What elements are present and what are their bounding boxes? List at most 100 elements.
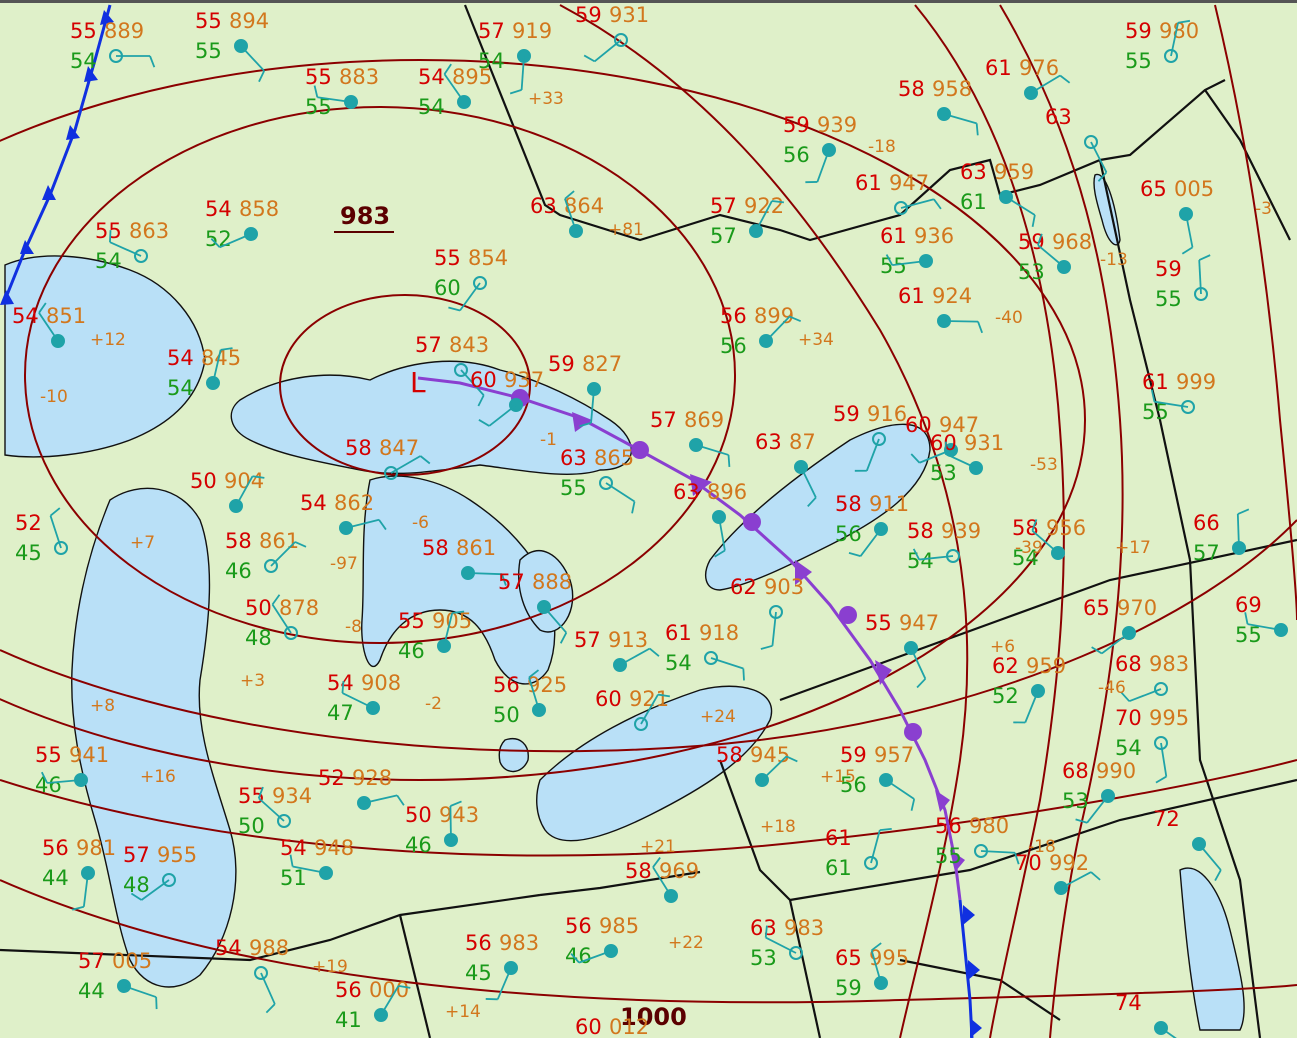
station-temperature: 54	[215, 936, 242, 960]
station-temperature: 58	[716, 743, 743, 767]
station-pressure-tendency: +81	[608, 220, 644, 240]
station-temperature: 50	[190, 469, 217, 493]
station-temperature: 54	[12, 304, 39, 328]
station-pressure: 000	[369, 978, 409, 1002]
station-pressure: 957	[874, 743, 914, 767]
pressure-tendency-label: -2	[425, 694, 442, 714]
station-temperature: 58	[1012, 516, 1039, 540]
station-temperature: 55	[195, 9, 222, 33]
station-temperature: 63	[560, 446, 587, 470]
station-dewpoint: 55	[1155, 287, 1182, 311]
station-temperature: 63	[1045, 105, 1072, 129]
station-pressure: 931	[964, 431, 1004, 455]
wind-barb-feather-icon	[742, 668, 745, 681]
station-temperature: 59	[548, 352, 575, 376]
station-pressure: 899	[754, 304, 794, 328]
pressure-tendency-label: +14	[445, 1002, 481, 1022]
station-pressure: 995	[869, 946, 909, 970]
station-temperature: 60	[595, 687, 622, 711]
station-pressure: 939	[941, 519, 981, 543]
station-temperature: 58	[625, 859, 652, 883]
station-pressure: 904	[224, 469, 264, 493]
pressure-tendency-label: -1	[540, 430, 557, 450]
station-temperature: 62	[730, 575, 757, 599]
station-pressure: 934	[272, 784, 312, 808]
station-pressure: 983	[784, 916, 824, 940]
station-dewpoint: 54	[95, 249, 122, 273]
station-temperature: 58	[345, 436, 372, 460]
pressure-tendency-label: +18	[760, 817, 796, 837]
station-temperature: 55	[398, 609, 425, 633]
station-temperature: 57	[78, 949, 105, 973]
station-temperature: 63	[673, 480, 700, 504]
station-temperature: 54	[418, 65, 445, 89]
station-temperature: 63	[755, 430, 782, 454]
station-dewpoint: 44	[42, 866, 69, 890]
station-temperature: 65	[835, 946, 862, 970]
station-dewpoint: 53	[750, 946, 777, 970]
station-dewpoint: 55	[1125, 49, 1152, 73]
station-dewpoint: 48	[123, 873, 150, 897]
station-pressure: 941	[69, 743, 109, 767]
station-temperature: 61	[898, 284, 925, 308]
station-dewpoint: 61	[825, 856, 852, 880]
station-pressure: 928	[352, 766, 392, 790]
lake-st-clair	[498, 738, 529, 773]
station-pressure: 936	[914, 224, 954, 248]
station-dewpoint: 52	[205, 227, 232, 251]
station-pressure: 947	[899, 611, 939, 635]
station-pressure: 983	[1149, 652, 1189, 676]
station-pressure: 924	[932, 284, 972, 308]
station-pressure: 861	[259, 529, 299, 553]
station-dewpoint: 44	[78, 979, 105, 1003]
station-pressure: 843	[449, 333, 489, 357]
wind-barb-feather-icon	[109, 230, 112, 243]
station-temperature: 60	[930, 431, 957, 455]
station-dewpoint: 51	[280, 866, 307, 890]
station-pressure: 905	[432, 609, 472, 633]
station-pressure: 896	[707, 480, 747, 504]
station-dewpoint: 57	[1193, 541, 1220, 565]
station-temperature: 54	[327, 671, 354, 695]
station-dewpoint: 53	[930, 461, 957, 485]
wind-barb-feather-icon	[727, 454, 731, 467]
station-temperature: 66	[1193, 511, 1220, 535]
station-temperature: 55	[238, 784, 265, 808]
station-dewpoint: 55	[935, 844, 962, 868]
pressure-tendency-label: -3	[1255, 199, 1272, 219]
station-pressure: 921	[629, 687, 669, 711]
station-pressure: 858	[239, 197, 279, 221]
station-dewpoint: 56	[720, 334, 747, 358]
station-temperature: 63	[750, 916, 777, 940]
station-pressure: 869	[684, 408, 724, 432]
pressure-tendency-label: +24	[700, 707, 736, 727]
station-pressure: 005	[112, 949, 152, 973]
station-dewpoint: 54	[70, 49, 97, 73]
station-pressure: 878	[279, 596, 319, 620]
station-pressure: 005	[1174, 177, 1214, 201]
station-pressure-tendency: +12	[90, 330, 126, 350]
wind-barb-icon	[449, 805, 452, 841]
station-pressure: 970	[1117, 596, 1157, 620]
station-temperature: 68	[1115, 652, 1142, 676]
station-temperature: 56	[935, 814, 962, 838]
station-pressure: 916	[867, 402, 907, 426]
station-dewpoint: 47	[327, 701, 354, 725]
station-dewpoint: 57	[710, 224, 737, 248]
station-temperature: 55	[95, 219, 122, 243]
station-pressure: 980	[969, 814, 1009, 838]
pressure-tendency-label: +22	[668, 933, 704, 953]
station-pressure: 985	[599, 914, 639, 938]
station-temperature: 60	[470, 368, 497, 392]
station-temperature: 59	[1125, 19, 1152, 43]
station-temperature: 74	[1115, 991, 1142, 1015]
station-pressure: 959	[994, 160, 1034, 184]
station-temperature: 57	[415, 333, 442, 357]
station-pressure-tendency: +34	[798, 330, 834, 350]
station-dewpoint: 41	[335, 1008, 362, 1032]
map-canvas: L 983 1000 55 8895455 8945557 9195459 93155 8…	[0, 0, 1297, 1038]
pressure-tendency-label: -53	[1030, 455, 1058, 475]
station-pressure: 863	[129, 219, 169, 243]
pressure-tendency-label: +19	[312, 957, 348, 977]
station-temperature: 55	[305, 65, 332, 89]
